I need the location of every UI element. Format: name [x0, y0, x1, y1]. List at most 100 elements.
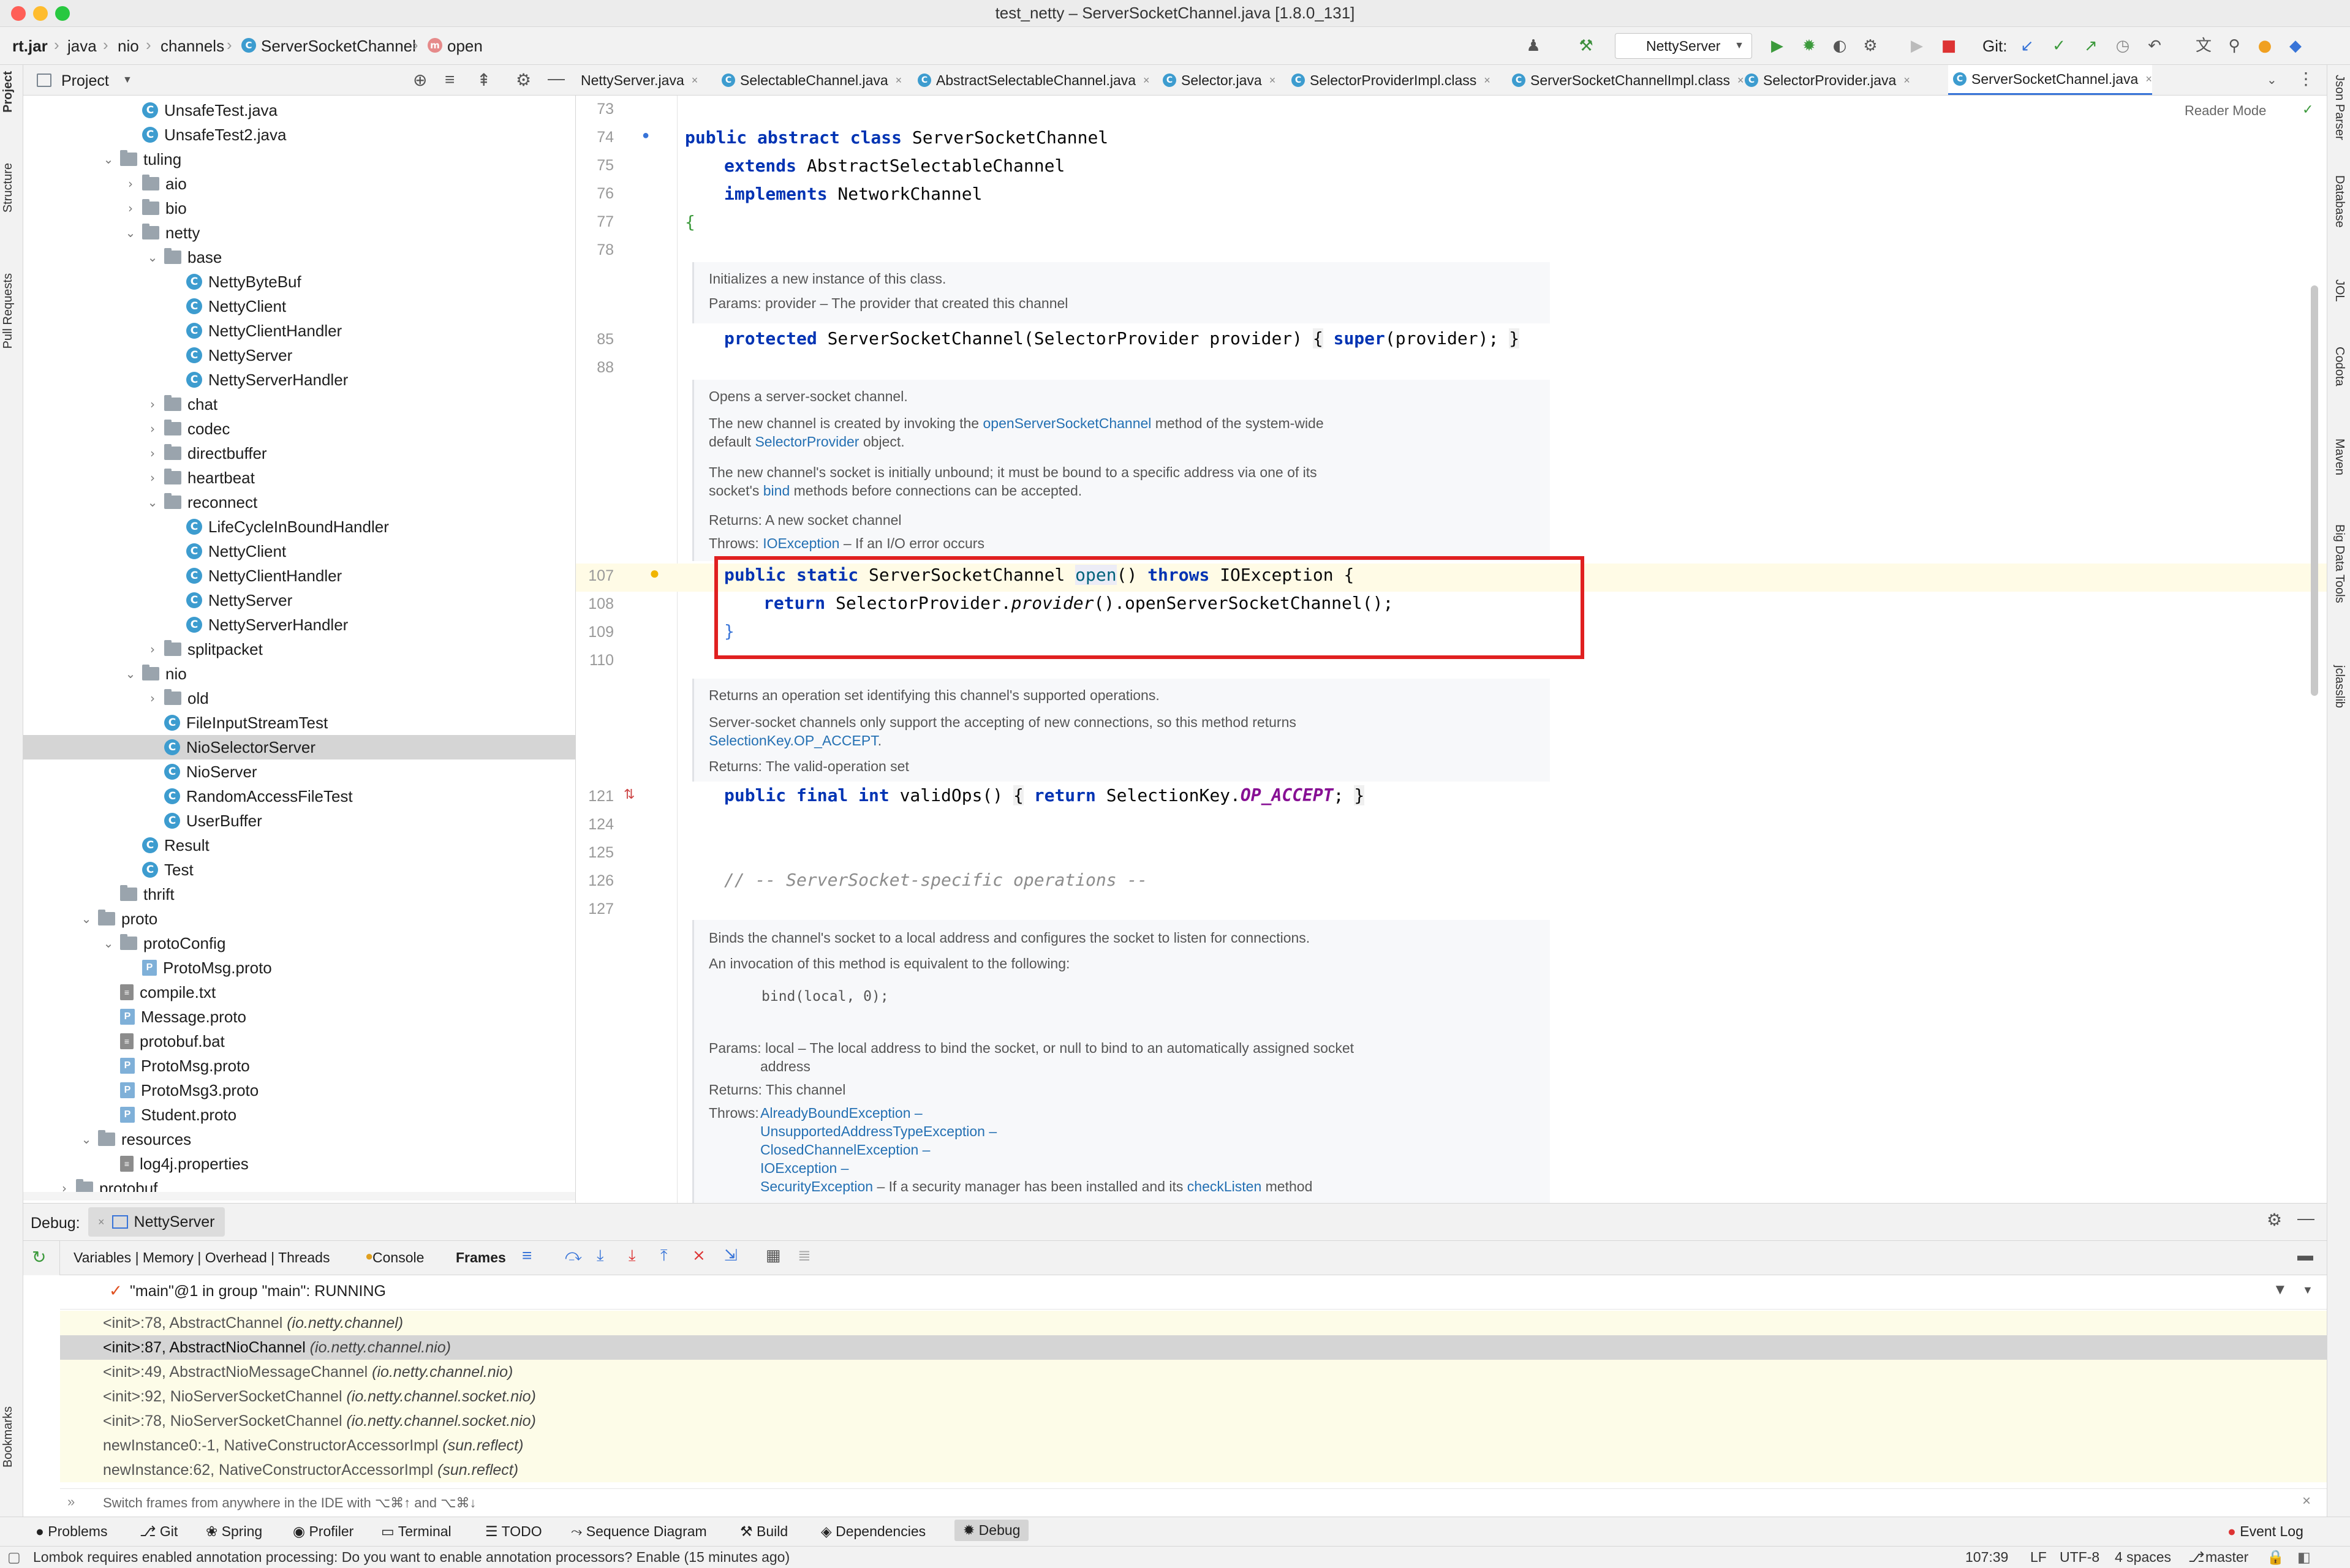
drop-frame-icon[interactable]: ⨯	[692, 1246, 706, 1265]
restore-layout-icon[interactable]: ▬	[2297, 1246, 2313, 1265]
javadoc-link[interactable]: IOException –	[760, 1160, 848, 1177]
tool-tab-jclasslib[interactable]: jclasslib	[2332, 665, 2346, 708]
javadoc-link[interactable]: SelectionKey.OP_ACCEPT	[709, 733, 878, 748]
chevron-right-icon[interactable]: ›	[124, 196, 137, 221]
tree-item[interactable]: ⌄ tuling	[23, 147, 575, 172]
tree-item[interactable]: ≡ log4j.properties	[23, 1152, 575, 1176]
git-commit-icon[interactable]: ✓	[2049, 36, 2069, 56]
run-to-cursor-icon[interactable]: ⇲	[724, 1246, 738, 1265]
chevron-down-icon[interactable]: ⌄	[146, 245, 159, 270]
tree-item[interactable]: C UserBuffer	[23, 809, 575, 833]
stack-frame[interactable]: <init>:92, NioServerSocketChannel (io.ne…	[60, 1384, 2327, 1409]
tree-item[interactable]: › old	[23, 686, 575, 710]
breadcrumb-java[interactable]: java	[67, 37, 97, 56]
more-icon[interactable]: ⋮	[2297, 69, 2314, 89]
build-hammer-icon[interactable]: ⚒	[1576, 36, 1596, 56]
tree-item[interactable]: P Message.proto	[23, 1005, 575, 1029]
close-icon[interactable]: ×	[1903, 65, 1910, 95]
tree-item[interactable]: P ProtoMsg.proto	[23, 956, 575, 980]
tree-item[interactable]: ⌄ nio	[23, 662, 575, 686]
close-icon[interactable]: ×	[896, 65, 902, 95]
tree-item[interactable]: C NettyServerHandler	[23, 368, 575, 392]
tool-dependencies[interactable]: ◈ Dependencies	[821, 1523, 926, 1540]
tree-item[interactable]: P ProtoMsg3.proto	[23, 1078, 575, 1102]
line-separator[interactable]: LF	[2030, 1549, 2047, 1566]
locate-icon[interactable]: ⊕	[413, 70, 427, 90]
editor-tab[interactable]: C SelectableChannel.java ×	[717, 65, 902, 95]
tree-item[interactable]: C NettyClient	[23, 294, 575, 318]
search-icon[interactable]: ⚲	[2224, 36, 2245, 56]
tab-variables[interactable]: Variables | Memory | Overhead | Threads	[74, 1250, 330, 1266]
tool-tab-project[interactable]: Project	[1, 71, 15, 113]
chevron-right-icon[interactable]: ›	[146, 392, 159, 417]
project-panel-title[interactable]: Project	[61, 72, 109, 90]
tool-tab-codota[interactable]: Codota	[2332, 347, 2346, 386]
tree-item[interactable]: › codec	[23, 417, 575, 441]
javadoc-link[interactable]: bind	[763, 483, 790, 499]
chevron-right-icon[interactable]: ›	[124, 172, 137, 196]
chevron-right-icon[interactable]: ›	[146, 417, 159, 441]
chevron-down-icon[interactable]: ⌄	[102, 147, 115, 172]
tool-tab-structure[interactable]: Structure	[1, 163, 15, 213]
jetbrains-logo-icon[interactable]: ◆	[2285, 36, 2306, 56]
javadoc-link[interactable]: SelectorProvider	[755, 434, 859, 450]
history-icon[interactable]: ◷	[2112, 36, 2133, 56]
tree-item[interactable]: C Test	[23, 858, 575, 882]
tool-tab-bookmarks[interactable]: Bookmarks	[1, 1406, 15, 1468]
tool-tab-big-data-tools[interactable]: Big Data Tools	[2332, 524, 2346, 603]
tree-item[interactable]: ≡ compile.txt	[23, 980, 575, 1005]
rerun-icon[interactable]: ↻	[32, 1247, 46, 1267]
chevron-down-icon[interactable]: ⌄	[124, 221, 137, 245]
chevron-down-icon[interactable]: ▼	[2302, 1284, 2313, 1297]
editor-tab[interactable]: C AbstractSelectableChannel.java ×	[913, 65, 1150, 95]
translate-icon[interactable]: 文	[2193, 36, 2214, 56]
tree-item[interactable]: thrift	[23, 882, 575, 907]
tree-item[interactable]: C NettyClient	[23, 539, 575, 564]
chevron-right-icon[interactable]: ›	[146, 441, 159, 466]
tree-item[interactable]: C RandomAccessFileTest	[23, 784, 575, 809]
debug-session-tab[interactable]: × NettyServer	[88, 1207, 225, 1237]
tree-item[interactable]: C UnsafeTest2.java	[23, 123, 575, 147]
stop-icon[interactable]: ■	[1938, 36, 1959, 56]
tool-profiler[interactable]: ◉ Profiler	[293, 1523, 353, 1540]
chevron-down-icon[interactable]: ⌄	[124, 662, 137, 686]
debug-icon[interactable]: ✹	[1799, 36, 1819, 56]
tree-item[interactable]: C Result	[23, 833, 575, 858]
tool-tab-database[interactable]: Database	[2332, 175, 2346, 228]
javadoc-link[interactable]: AlreadyBoundException –	[760, 1105, 923, 1121]
javadoc-link[interactable]: checkListen	[1187, 1178, 1261, 1194]
chevron-down-icon[interactable]: ⌄	[80, 1127, 93, 1152]
tool-tab-json-parser[interactable]: Json Parser	[2332, 75, 2346, 140]
user-icon[interactable]: ♟	[1523, 36, 1544, 56]
horizontal-scrollbar[interactable]	[23, 1192, 575, 1200]
gear-icon[interactable]: ⚙	[2267, 1210, 2282, 1230]
stack-frame[interactable]: newInstance:62, NativeConstructorAccesso…	[60, 1458, 2327, 1482]
step-out-icon[interactable]: ⤒	[660, 1246, 668, 1265]
chevron-down-icon[interactable]: ⌄	[146, 490, 159, 514]
javadoc-link[interactable]: SecurityException	[760, 1178, 873, 1194]
tool-debug[interactable]: ✹ Debug	[954, 1520, 1029, 1541]
filter-icon[interactable]: ▼	[2273, 1281, 2288, 1298]
breadcrumb-class[interactable]: ServerSocketChannel	[261, 37, 416, 56]
event-log[interactable]: ● Event Log	[2227, 1523, 2303, 1540]
expand-all-icon[interactable]: ≡	[445, 70, 455, 89]
tree-item[interactable]: › bio	[23, 196, 575, 221]
git-update-icon[interactable]: ↙	[2017, 36, 2038, 56]
close-icon[interactable]: ×	[692, 65, 698, 95]
status-icon[interactable]: ▢	[7, 1549, 21, 1566]
step-into-icon[interactable]: ⤓	[597, 1246, 604, 1265]
rollback-icon[interactable]: ↶	[2144, 36, 2165, 56]
tool-problems[interactable]: ● Problems	[36, 1523, 107, 1540]
tree-item[interactable]: ≡ protobuf.bat	[23, 1029, 575, 1054]
tree-item[interactable]: ⌄ resources	[23, 1127, 575, 1152]
trace-icon[interactable]: ≣	[798, 1246, 811, 1265]
tree-item[interactable]: C NettyServer	[23, 343, 575, 368]
tree-item[interactable]: › splitpacket	[23, 637, 575, 662]
layout-icon[interactable]: ≡	[522, 1246, 532, 1265]
evaluate-icon[interactable]: ▦	[766, 1246, 781, 1265]
force-step-into-icon[interactable]: ⤓	[629, 1246, 636, 1265]
tree-item[interactable]: P ProtoMsg.proto	[23, 1054, 575, 1078]
stack-frame[interactable]: <init>:87, AbstractNioChannel (io.netty.…	[60, 1335, 2327, 1360]
implementation-marker-icon[interactable]: ●	[642, 129, 649, 143]
file-encoding[interactable]: UTF-8	[2060, 1549, 2099, 1566]
